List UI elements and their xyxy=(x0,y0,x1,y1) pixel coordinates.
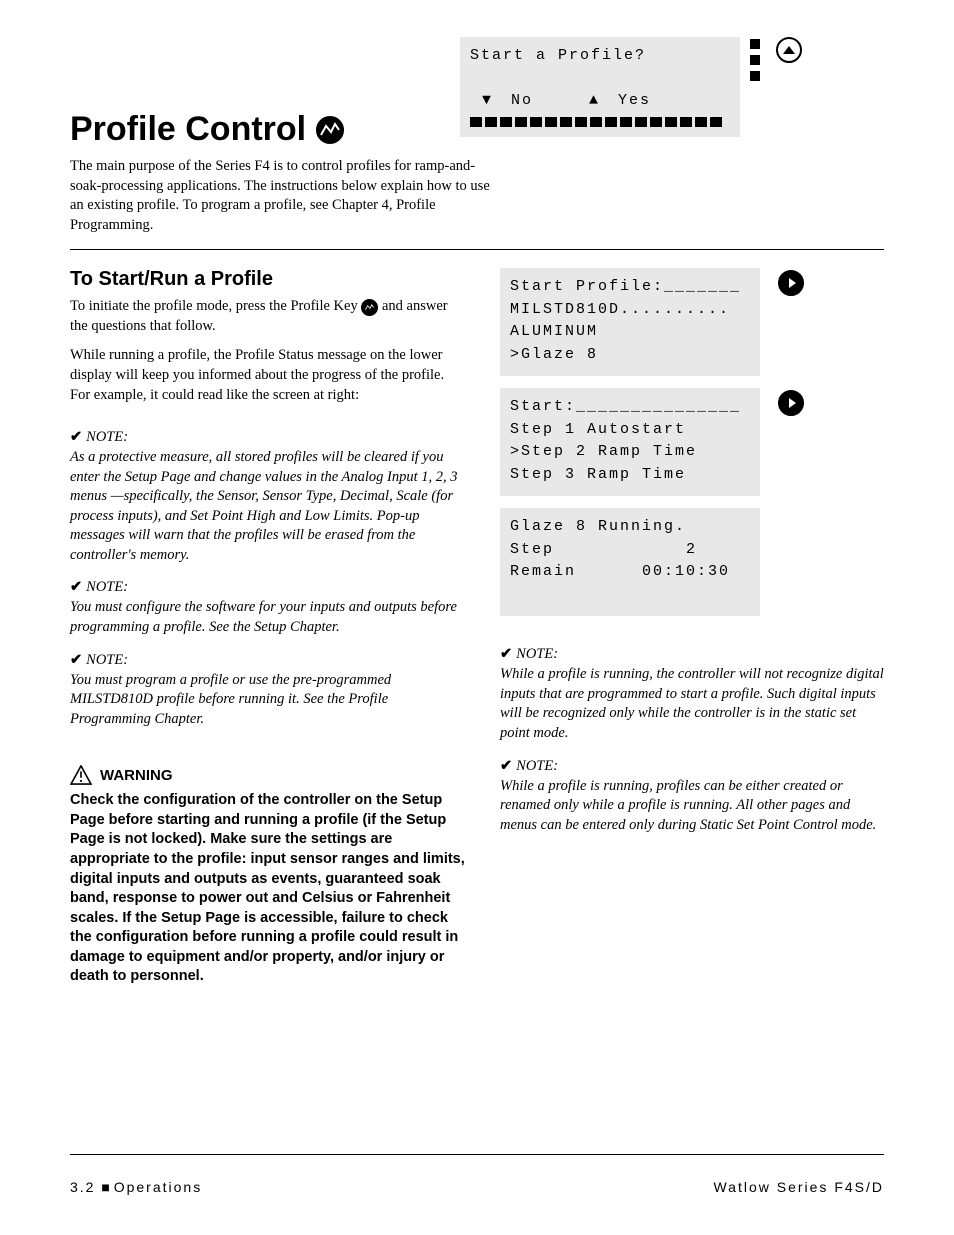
lcd-line: Step 3 Ramp Time xyxy=(510,464,750,487)
check-icon: ✔ xyxy=(500,758,512,775)
lcd-progress-bar xyxy=(470,117,730,127)
note-label: NOTE: xyxy=(516,646,558,663)
lcd-line: ▼ No ▲ Yes xyxy=(470,90,730,113)
footer-separator-icon: ■ xyxy=(101,1179,113,1195)
divider xyxy=(70,1154,884,1155)
check-icon: ✔ xyxy=(70,579,82,596)
down-arrow-glyph: ▼ xyxy=(482,90,493,113)
warning-block: WARNING Check the configuration of the c… xyxy=(70,765,470,987)
warning-body: Check the configuration of the controlle… xyxy=(70,791,470,987)
softkey-indicator xyxy=(750,55,760,65)
note-label: NOTE: xyxy=(516,758,558,775)
note-body: You must configure the software for your… xyxy=(70,598,460,637)
lcd-line: Start a Profile? xyxy=(470,45,730,68)
lcd-line xyxy=(510,584,750,607)
note-body: While a profile is running, profiles can… xyxy=(500,777,884,836)
check-icon: ✔ xyxy=(70,652,82,669)
lcd-line: MILSTD810D.......... xyxy=(510,299,750,322)
note-label: NOTE: xyxy=(86,652,128,669)
footer-right: Watlow Series F4S/D xyxy=(713,1179,884,1195)
yes-label: Yes xyxy=(618,90,651,113)
up-arrow-glyph: ▲ xyxy=(589,90,600,113)
warning-label: WARNING xyxy=(100,767,173,784)
softkey-indicator xyxy=(750,39,760,49)
lcd-start-step-list: Start:_______________ Step 1 Autostart >… xyxy=(500,388,760,496)
lcd-line: Start Profile:_______ xyxy=(510,276,750,299)
right-key-icon[interactable] xyxy=(778,390,804,416)
no-label: No xyxy=(511,90,533,113)
profile-key-icon xyxy=(361,299,378,316)
lcd-line: Remain 00:10:30 xyxy=(510,561,750,584)
lcd-start-a-profile: Start a Profile? ▼ No ▲ Yes xyxy=(460,37,740,137)
lcd-line: >Glaze 8 xyxy=(510,344,750,367)
profile-key-icon xyxy=(316,116,344,144)
lcd-line: Step 1 Autostart xyxy=(510,419,750,442)
lcd-start-profile-list: Start Profile:_______ MILSTD810D........… xyxy=(500,268,760,376)
divider xyxy=(70,249,884,250)
note-label: NOTE: xyxy=(86,429,128,446)
note-body: While a profile is running, the controll… xyxy=(500,665,884,743)
intro-paragraph: The main purpose of the Series F4 is to … xyxy=(70,157,500,235)
right-key-icon[interactable] xyxy=(778,270,804,296)
note-body: You must program a profile or use the pr… xyxy=(70,671,460,730)
left-column: To Start/Run a Profile To initiate the p… xyxy=(70,268,460,987)
softkey-indicator xyxy=(750,71,760,81)
note-heading: ✔NOTE: xyxy=(70,429,460,446)
lcd-line: Glaze 8 Running. xyxy=(510,516,750,539)
para-status: While running a profile, the Profile Sta… xyxy=(70,346,460,405)
para-initiate: To initiate the profile mode, press the … xyxy=(70,297,460,336)
check-icon: ✔ xyxy=(500,646,512,663)
lcd-line: Start:_______________ xyxy=(510,396,750,419)
lcd-running-status: Glaze 8 Running. Step 2 Remain 00:10:30 xyxy=(500,508,760,616)
footer-page-num: 3.2 xyxy=(70,1179,95,1195)
note-heading: ✔NOTE: xyxy=(500,646,884,663)
warning-icon xyxy=(70,765,92,785)
lcd-line: >Step 2 Ramp Time xyxy=(510,441,750,464)
footer-section: Operations xyxy=(114,1179,202,1195)
para1-part1: To initiate the profile mode, press the … xyxy=(70,298,361,314)
lcd-line: ALUMINUM xyxy=(510,321,750,344)
lcd-line: Step 2 xyxy=(510,539,750,562)
right-column: Start Profile:_______ MILSTD810D........… xyxy=(500,268,884,987)
note-heading: ✔NOTE: xyxy=(500,758,884,775)
note-heading: ✔NOTE: xyxy=(70,652,460,669)
section-heading: To Start/Run a Profile xyxy=(70,268,460,291)
note-label: NOTE: xyxy=(86,579,128,596)
up-key-icon[interactable] xyxy=(776,37,802,63)
footer-left: 3.2 ■ Operations xyxy=(70,1179,202,1195)
warning-heading: WARNING xyxy=(70,765,470,785)
lcd-line xyxy=(470,68,730,91)
page-footer: 3.2 ■ Operations Watlow Series F4S/D xyxy=(70,1179,884,1195)
note-body: As a protective measure, all stored prof… xyxy=(70,448,460,565)
softkey-column xyxy=(750,39,760,81)
title-text: Profile Control xyxy=(70,110,306,149)
check-icon: ✔ xyxy=(70,429,82,446)
note-heading: ✔NOTE: xyxy=(70,579,460,596)
